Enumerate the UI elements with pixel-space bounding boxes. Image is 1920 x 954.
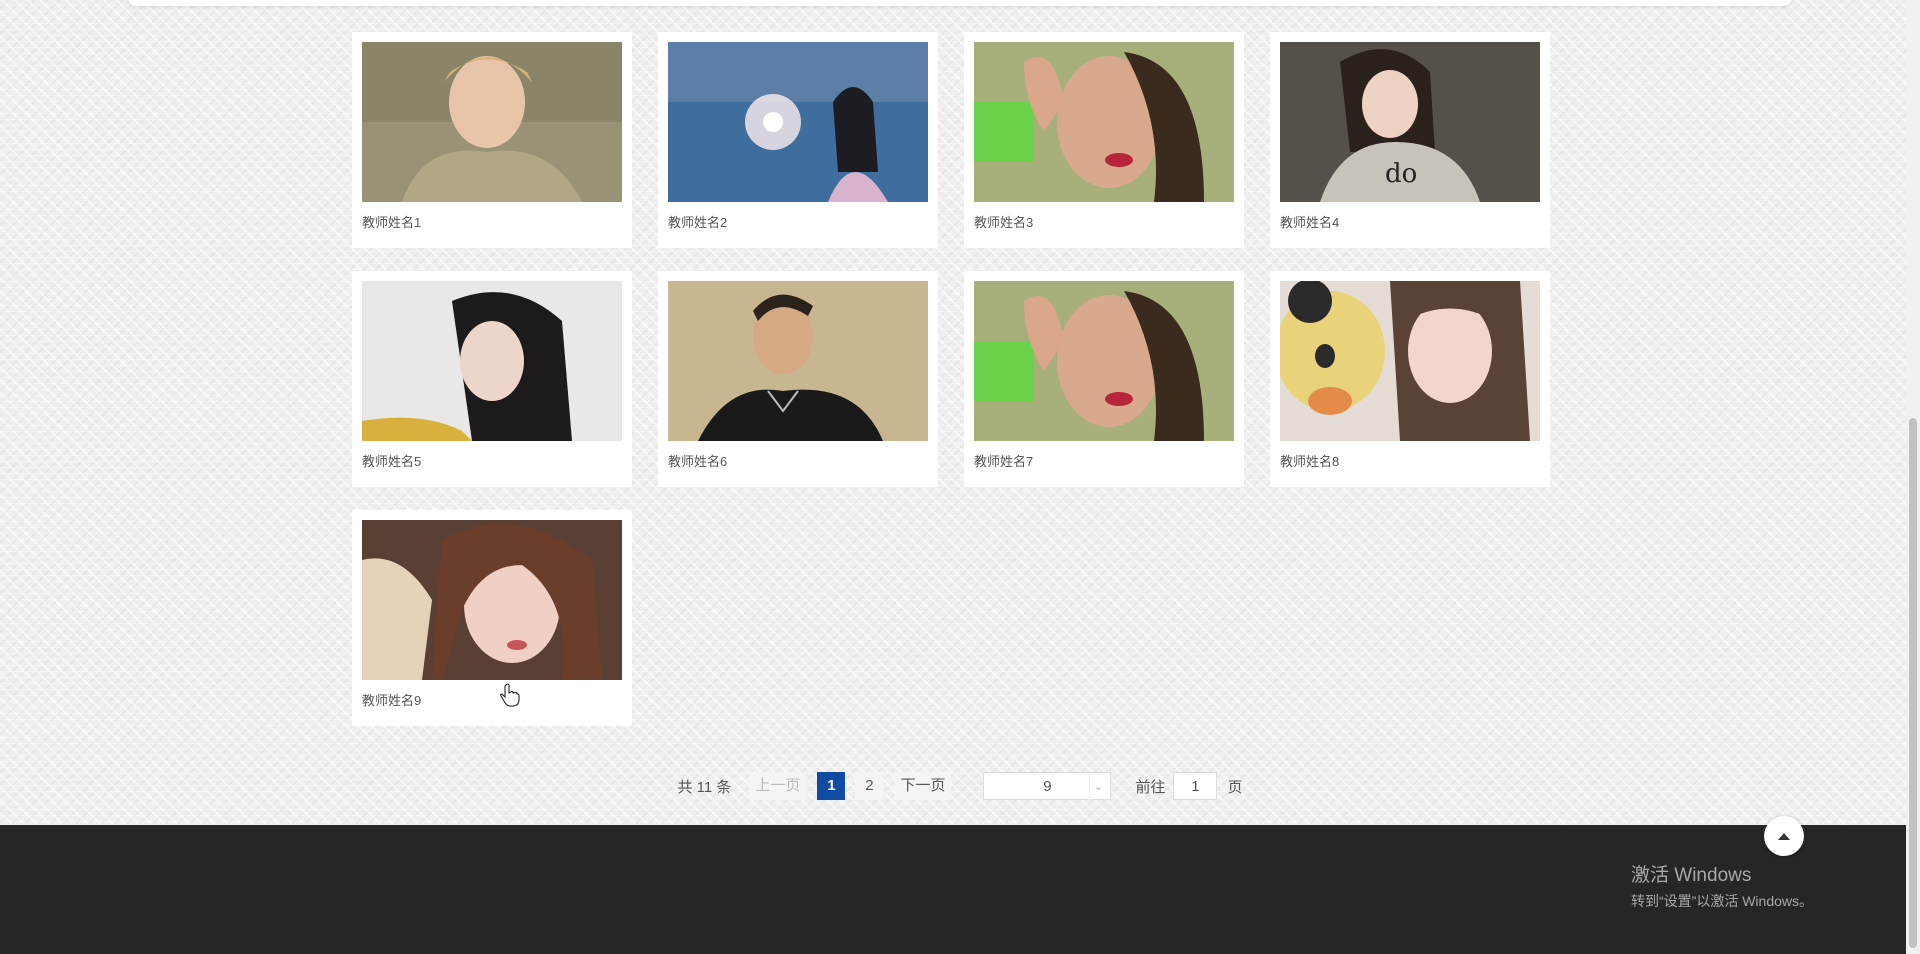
teacher-card[interactable]: 教师姓名3 [964, 32, 1244, 248]
page-unit-label: 页 [1227, 778, 1243, 796]
hand-pointer-icon [500, 683, 520, 707]
teacher-card[interactable]: 教师姓名5 [352, 271, 632, 487]
teacher-name: 教师姓名2 [668, 215, 728, 230]
chevron-down-icon: ⌄ [1089, 773, 1106, 801]
teacher-name: 教师姓名9 [362, 693, 422, 708]
teacher-card[interactable]: 教师姓名6 [658, 271, 938, 487]
next-page-button[interactable]: 下一页 [894, 772, 952, 800]
teacher-name: 教师姓名4 [1280, 215, 1340, 230]
teacher-photo[interactable] [1280, 281, 1540, 441]
teacher-photo[interactable] [362, 520, 622, 680]
footer [0, 825, 1906, 954]
teacher-card[interactable]: 教师姓名2 [658, 32, 938, 248]
teacher-card[interactable]: 教师姓名1 [352, 32, 632, 248]
teacher-photo[interactable] [974, 281, 1234, 441]
teacher-photo[interactable] [362, 281, 622, 441]
watermark-subtitle: 转到“设置”以激活 Windows。 [1631, 893, 1814, 909]
teacher-card[interactable]: 教师姓名7 [964, 271, 1244, 487]
teacher-name: 教师姓名6 [668, 454, 728, 469]
teacher-name: 教师姓名1 [362, 215, 422, 230]
teacher-photo[interactable]: do [1280, 42, 1540, 202]
page-number-2[interactable]: 2 [855, 772, 884, 800]
teacher-photo[interactable] [362, 42, 622, 202]
vertical-scrollbar[interactable] [1906, 0, 1920, 954]
scrollbar-thumb[interactable] [1909, 418, 1917, 948]
teacher-name: 教师姓名3 [974, 215, 1034, 230]
page-size-value: 9 [1043, 778, 1052, 795]
windows-activation-watermark: 激活 Windows 转到“设置”以激活 Windows。 [1631, 860, 1813, 911]
total-count: 共 11 条 [677, 778, 732, 796]
teacher-name: 教师姓名8 [1280, 454, 1340, 469]
pagination: 共 11 条 上一页 1 2 下一页 9 ⌄ 前往 页 [0, 770, 1920, 802]
teacher-photo[interactable] [668, 42, 928, 202]
goto-label: 前往 [1135, 778, 1166, 796]
teacher-name: 教师姓名5 [362, 454, 422, 469]
teacher-card[interactable]: 教师姓名8 [1270, 271, 1550, 487]
watermark-title: 激活 Windows [1631, 865, 1752, 886]
goto-page-input[interactable] [1173, 772, 1218, 800]
caret-up-icon [1778, 833, 1790, 840]
header-bar-bottom-edge [128, 0, 1792, 6]
teacher-name: 教师姓名7 [974, 454, 1034, 469]
teacher-card[interactable]: 教师姓名9 [352, 510, 632, 726]
teacher-photo[interactable] [668, 281, 928, 441]
page-size-select[interactable]: 9 ⌄ [983, 772, 1112, 801]
page-number-1[interactable]: 1 [817, 772, 846, 800]
svg-text:do: do [1385, 159, 1417, 189]
teacher-card[interactable]: do 教师姓名4 [1270, 32, 1550, 248]
teacher-photo[interactable] [974, 42, 1234, 202]
prev-page-button[interactable]: 上一页 [749, 772, 807, 800]
back-to-top-button[interactable] [1764, 816, 1804, 856]
